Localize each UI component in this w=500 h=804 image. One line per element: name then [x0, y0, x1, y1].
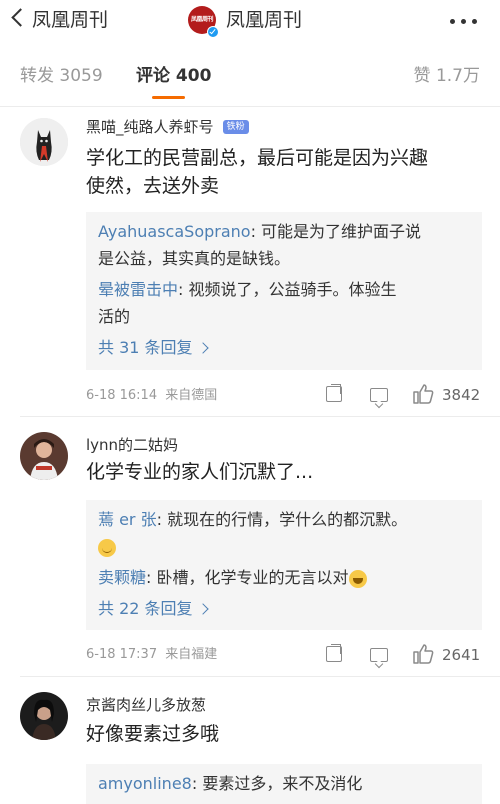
reply-icon[interactable] [370, 648, 388, 662]
reply-item: AyahuascaSoprano: 可能是为了维护面子说 是公益，其实真的是缺钱… [98, 218, 470, 272]
thumbs-up-icon[interactable] [412, 383, 434, 405]
reply-author[interactable]: amyonline8 [98, 774, 192, 793]
divider [20, 676, 500, 677]
reply-author[interactable]: 卖颗糖 [98, 568, 146, 587]
smile-emoji-icon [98, 538, 116, 557]
reply-icon[interactable] [370, 388, 388, 402]
comment-item: 京酱肉丝儿多放葱 好像要素过多哦 amyonline8: 要素过多，来不及消化 [0, 688, 500, 804]
fan-badge: 铁粉 [222, 119, 249, 134]
comment-text: 化学专业的家人们沉默了... [86, 458, 482, 486]
tab-like[interactable]: 赞 1.7万 [414, 58, 480, 94]
share-icon[interactable] [326, 646, 342, 662]
comment-time: 6-18 17:37 [86, 647, 158, 662]
share-icon[interactable] [326, 386, 342, 402]
more-icon[interactable] [450, 19, 490, 24]
avatar[interactable] [20, 692, 68, 740]
reply-box[interactable]: 蔫 er 张: 就现在的行情，学什么的都沉默。 卖颗糖: 卧槽，化学专业的无言以… [86, 500, 482, 630]
comment-text: 学化工的民营副总，最后可能是因为兴趣 使然，去送外卖 [86, 144, 482, 200]
commenter-name[interactable]: 黑喵_纯路人养虾号 [86, 117, 214, 137]
comment-header: 黑喵_纯路人养虾号 铁粉 [86, 116, 249, 137]
reply-text: 是公益，其实真的是缺钱。 [98, 249, 291, 268]
reply-author[interactable]: AyahuascaSoprano [98, 222, 251, 241]
comment-header: lynn的二姑妈 [86, 434, 178, 455]
reply-text: : 视频说了，公益骑手。体验生 [178, 280, 397, 299]
comment-header: 京酱肉丝儿多放葱 [86, 694, 206, 715]
comment-source: 来自德国 [165, 388, 218, 403]
logo-text: 凤凰周刊 [190, 16, 214, 23]
reply-author[interactable]: 晕被雷击中 [98, 280, 178, 299]
comment-text-line: 化学专业的家人们沉默了... [86, 461, 314, 483]
comment-time: 6-18 16:14 [86, 388, 158, 403]
laugh-cry-emoji-icon [348, 569, 367, 588]
like-count: 2641 [442, 646, 481, 664]
reply-item: amyonline8: 要素过多，来不及消化 [98, 770, 470, 797]
comment-item: lynn的二姑妈 化学专业的家人们沉默了... 蔫 er 张: 就现在的行情，学… [0, 428, 500, 678]
comment-text: 好像要素过多哦 [86, 720, 482, 748]
reply-item: 卖颗糖: 卧槽，化学专业的无言以对 [98, 564, 470, 591]
reply-text: : 就现在的行情，学什么的都沉默。 [156, 510, 408, 529]
page-title[interactable]: 凤凰周刊 [226, 6, 302, 34]
reply-box[interactable]: AyahuascaSoprano: 可能是为了维护面子说 是公益，其实真的是缺钱… [86, 212, 482, 370]
back-button[interactable]: 凤凰周刊 [32, 6, 108, 34]
reply-text: 活的 [98, 307, 131, 326]
tab-active-indicator [152, 96, 185, 99]
reply-text: : 卧槽，化学专业的无言以对 [146, 568, 349, 587]
reply-text: : 可能是为了维护面子说 [250, 222, 422, 241]
top-bar: 凤凰周刊 凤凰周刊 凤凰周刊 [0, 0, 500, 40]
divider [20, 416, 500, 417]
comment-item: 黑喵_纯路人养虾号 铁粉 学化工的民营副总，最后可能是因为兴趣 使然，去送外卖 … [0, 112, 500, 412]
comment-source: 来自福建 [165, 647, 218, 662]
reply-item: 晕被雷击中: 视频说了，公益骑手。体验生 活的 [98, 276, 470, 330]
reply-box[interactable]: amyonline8: 要素过多，来不及消化 [86, 764, 482, 804]
comment-text-line: 好像要素过多哦 [86, 723, 220, 745]
comment-text-line: 学化工的民营副总，最后可能是因为兴趣 [86, 147, 429, 169]
tab-bar: 转发 3059 评论 400 赞 1.7万 [0, 58, 500, 107]
reply-item: 蔫 er 张: 就现在的行情，学什么的都沉默。 [98, 506, 470, 560]
view-all-replies-link[interactable]: 共 22 条回复 [98, 591, 470, 627]
commenter-name[interactable]: lynn的二姑妈 [86, 435, 178, 455]
comment-text-line: 使然，去送外卖 [86, 175, 220, 197]
commenter-name[interactable]: 京酱肉丝儿多放葱 [86, 695, 206, 715]
cat-avatar-icon [20, 118, 68, 166]
chevron-right-icon [196, 341, 209, 354]
avatar[interactable] [20, 118, 68, 166]
tab-repost[interactable]: 转发 3059 [20, 58, 103, 94]
back-chevron-icon[interactable] [11, 8, 30, 27]
portrait-avatar-icon [20, 692, 68, 740]
view-all-replies-label: 共 31 条回复 [98, 338, 193, 357]
like-count: 3842 [442, 386, 481, 404]
reply-text: : 要素过多，来不及消化 [191, 774, 363, 793]
reply-author[interactable]: 蔫 er 张 [98, 510, 157, 529]
verified-icon [207, 26, 219, 38]
portrait-avatar-icon [20, 432, 68, 480]
comment-meta: 6-18 17:37 来自福建 [86, 646, 217, 664]
chevron-right-icon [196, 602, 209, 615]
thumbs-up-icon[interactable] [412, 643, 434, 665]
avatar[interactable] [20, 432, 68, 480]
view-all-replies-link[interactable]: 共 31 条回复 [98, 330, 470, 366]
view-all-replies-label: 共 22 条回复 [98, 599, 193, 618]
comment-meta: 6-18 16:14 来自德国 [86, 387, 217, 405]
